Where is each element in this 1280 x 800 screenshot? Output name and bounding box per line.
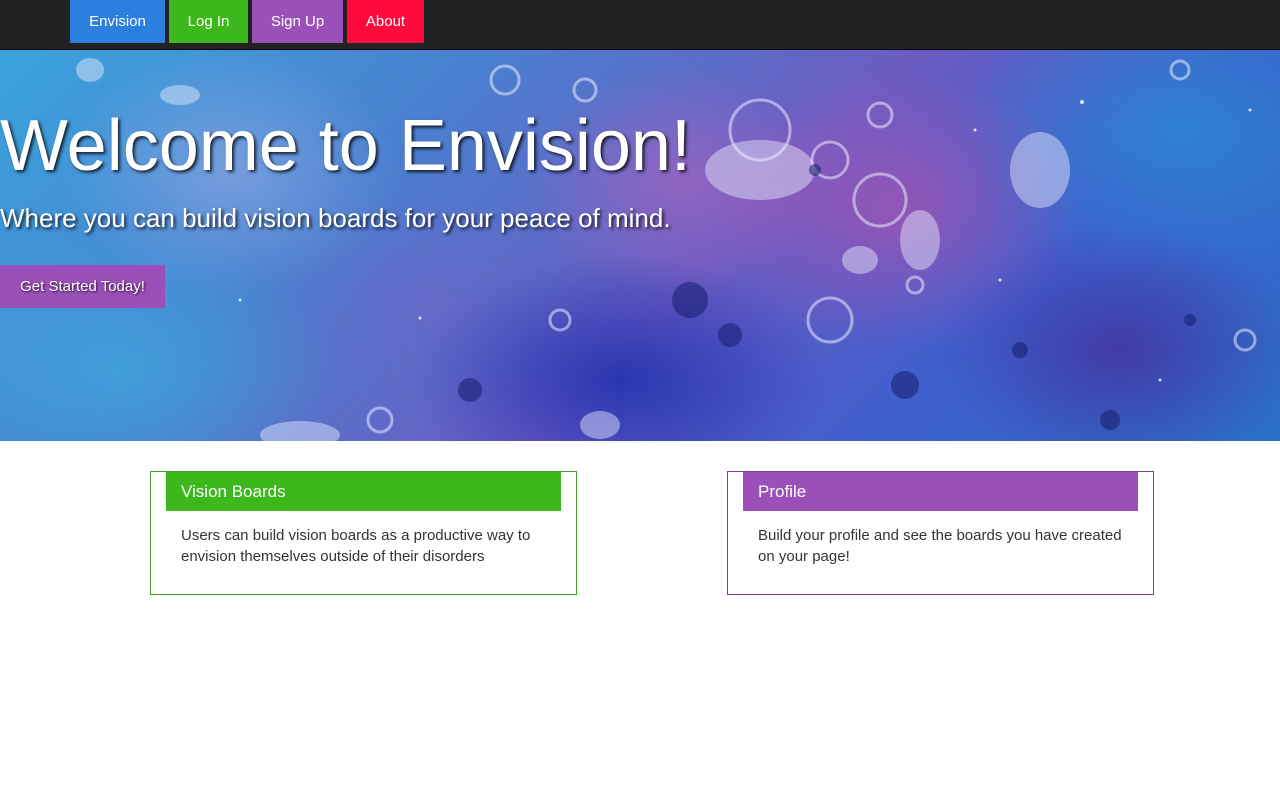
nav-items: Envision Log In Sign Up About (70, 0, 428, 43)
hero-title: Welcome to Envision! (0, 106, 691, 186)
vision-boards-card: Vision Boards Users can build vision boa… (150, 471, 577, 595)
get-started-button[interactable]: Get Started Today! (0, 265, 165, 308)
hero-subtitle: Where you can build vision boards for yo… (0, 203, 671, 233)
vision-boards-card-body: Users can build vision boards as a produ… (181, 527, 531, 565)
hero-banner: Welcome to Envision! Where you can build… (0, 50, 1280, 441)
nav-about-button[interactable]: About (347, 0, 424, 43)
nav-brand-button[interactable]: Envision (70, 0, 165, 43)
profile-card-body: Build your profile and see the boards yo… (758, 527, 1122, 565)
nav-login-button[interactable]: Log In (169, 0, 248, 43)
vision-boards-card-header: Vision Boards (166, 472, 561, 511)
top-navbar: Envision Log In Sign Up About (0, 0, 1280, 50)
profile-card-header: Profile (743, 472, 1138, 511)
profile-card: Profile Build your profile and see the b… (727, 471, 1154, 595)
nav-signup-button[interactable]: Sign Up (252, 0, 343, 43)
